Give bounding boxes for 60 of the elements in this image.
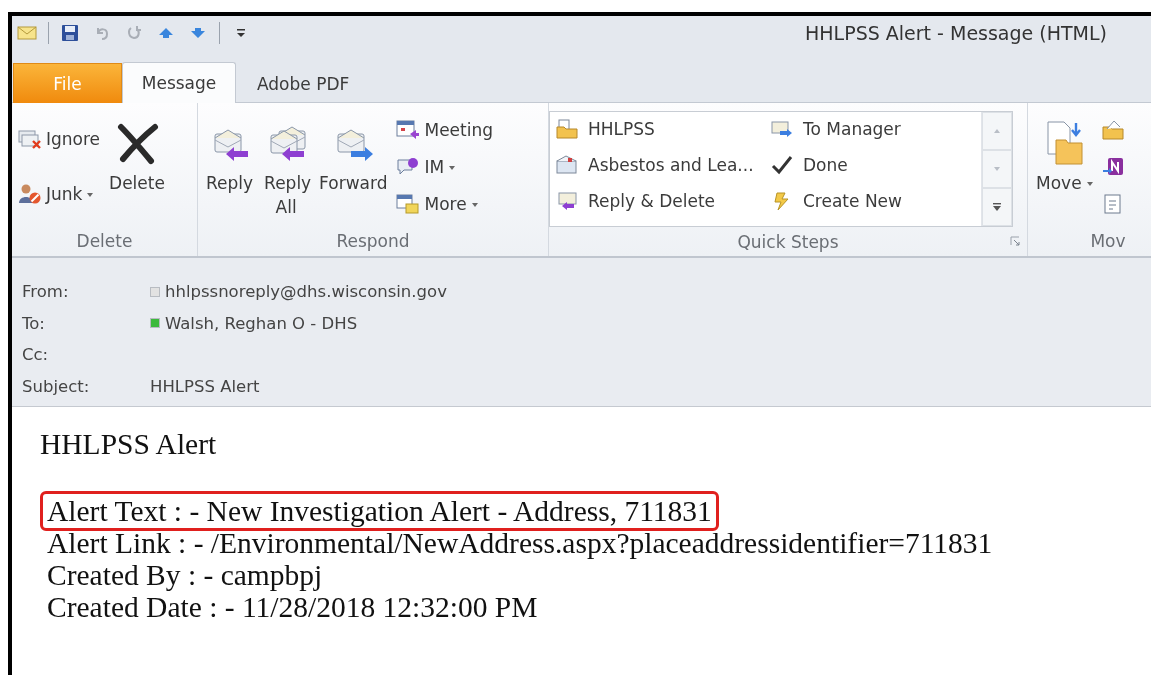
group-label: Delete [76, 231, 133, 251]
body-text: Created By : - campbpj [46, 559, 324, 593]
more-button[interactable] [982, 188, 1012, 226]
calendar-icon [396, 118, 421, 141]
customize-icon [236, 27, 246, 39]
quick-step-item[interactable]: Done [769, 148, 969, 182]
quick-step-item[interactable]: Asbestos and Lea... [554, 148, 769, 182]
ribbon-button[interactable]: IM [394, 149, 495, 184]
save-icon [61, 24, 79, 42]
envelope-icon [17, 25, 37, 41]
ribbon-button[interactable]: Meeting [394, 112, 495, 147]
document-icon [1101, 193, 1124, 214]
field-label: From: [22, 282, 70, 302]
field-label: To: [22, 313, 46, 333]
envelope-arrow-icon [771, 119, 793, 139]
ribbon-tab[interactable]: Message [122, 62, 236, 103]
quick-step-item[interactable]: HHLPSS [554, 112, 769, 146]
ribbon-button[interactable]: Reply [202, 111, 258, 226]
quick-step-item[interactable]: Reply & Delete [554, 184, 769, 218]
folder-icon [1101, 119, 1124, 140]
group-label: Mov [1090, 231, 1126, 251]
note-icon [1101, 156, 1124, 177]
down-arrow-icon [190, 27, 206, 39]
field-value: HHLPSS Alert [150, 376, 260, 396]
field-value[interactable]: Walsh, Reghan O - DHS [165, 313, 358, 333]
launcher-button[interactable] [1010, 236, 1021, 247]
dialog-launcher-icon [1010, 236, 1021, 247]
ribbon-button[interactable]: More [394, 186, 495, 221]
ribbon-button[interactable]: Forward [315, 111, 392, 226]
body-text: Created Date : - 11/28/2018 12:32:00 PM [46, 591, 539, 625]
ribbon-tab[interactable]: Adobe PDF [236, 63, 371, 103]
field-label: Subject: [22, 376, 91, 396]
ribbon-button[interactable]: Ignore [16, 121, 103, 156]
highlighted-text: Alert Text : - New Investigation Alert - Address, 711831 [40, 491, 719, 531]
group-label: Quick Steps [737, 231, 839, 252]
folder-icon [556, 119, 578, 139]
envelope-icon [556, 155, 578, 175]
scroll-down-icon [993, 166, 1001, 172]
person-block-icon [18, 183, 42, 206]
delete-x-icon [115, 121, 159, 165]
field-label: Cc: [22, 345, 50, 365]
envelope-x-icon [18, 127, 42, 150]
redo-icon [126, 25, 142, 41]
calendar-note-icon [396, 192, 421, 215]
ribbon-button[interactable]: Delete [105, 111, 169, 226]
scroll-up-icon [993, 128, 1001, 134]
quick-step-item[interactable]: To Manager [769, 112, 969, 146]
undo-icon [94, 25, 110, 41]
up-arrow-icon [158, 27, 174, 39]
message-heading: HHLPSS Alert [40, 427, 218, 461]
envelope-arrow-icon [556, 191, 578, 211]
quick-step-item[interactable]: Create New [769, 184, 969, 218]
checkmark-icon [771, 155, 793, 175]
window-title: HHLPSS Alert - Message (HTML) [805, 22, 1108, 44]
ribbon-button[interactable]: Junk [16, 177, 103, 212]
gallery-more-icon [992, 202, 1002, 212]
group-label: Respond [336, 231, 410, 251]
ribbon-button[interactable]: Reply All [260, 111, 313, 226]
field-value[interactable]: hhlpssnoreply@dhs.wisconsin.gov [165, 282, 447, 302]
ribbon-button[interactable]: Move [1032, 111, 1097, 226]
